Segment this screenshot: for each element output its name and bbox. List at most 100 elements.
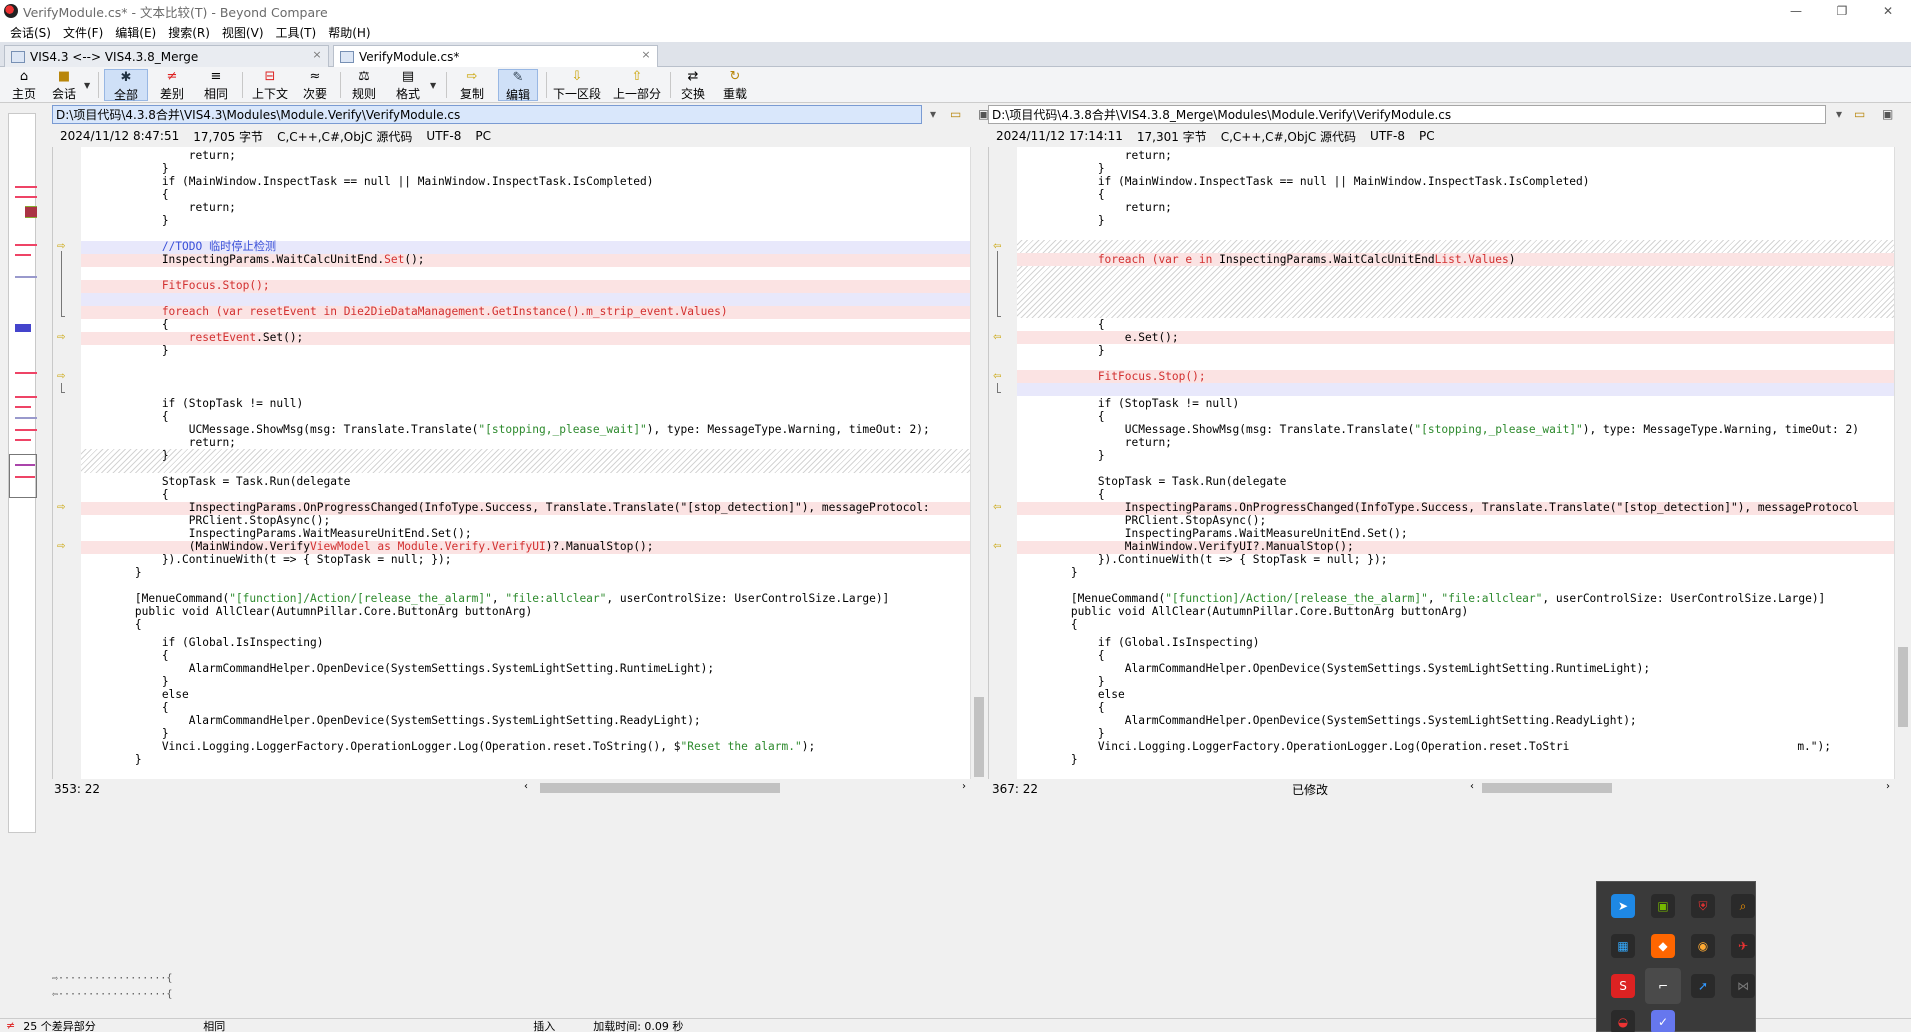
save-icon[interactable]: ▣ <box>1882 107 1893 121</box>
show-diffs-button[interactable]: ≠ 差别 <box>154 69 190 101</box>
menu-edit[interactable]: 编辑(E) <box>109 24 162 41</box>
app-icon[interactable]: ➚ <box>1691 974 1715 998</box>
menu-session[interactable]: 会话(S) <box>4 24 57 41</box>
open-folder-icon[interactable]: ▭ <box>950 107 961 121</box>
menu-search[interactable]: 搜索(R) <box>162 24 216 41</box>
path-dropdown-icon[interactable]: ▾ <box>930 107 936 121</box>
scroll-left-icon[interactable]: ‹ <box>524 781 528 792</box>
copy-right-arrow-icon[interactable]: ⇨ <box>57 333 71 343</box>
scroll-thumb[interactable] <box>974 697 984 777</box>
code-line: return; <box>81 201 236 214</box>
app-icon[interactable]: ✈ <box>1731 934 1755 958</box>
nvidia-icon[interactable]: ▣ <box>1651 894 1675 918</box>
scroll-left-icon[interactable]: ‹ <box>1470 781 1474 792</box>
copy-left-arrow-icon[interactable]: ⇦ <box>993 333 1007 343</box>
close-tab-icon[interactable]: × <box>310 48 324 62</box>
app-icon[interactable]: ⋈ <box>1731 974 1755 998</box>
right-encoding[interactable]: UTF-8 <box>1370 129 1405 143</box>
copy-left-arrow-icon[interactable]: ⇦ <box>993 503 1007 513</box>
close-tab-icon[interactable]: × <box>639 48 653 62</box>
scroll-thumb[interactable] <box>1898 647 1908 727</box>
left-horizontal-scrollbar[interactable]: ‹ › <box>522 780 970 796</box>
copy-right-arrow-icon[interactable]: ⇨ <box>57 372 71 382</box>
context-button[interactable]: ⊟ 上下文 <box>248 69 292 101</box>
right-vertical-scrollbar[interactable] <box>1894 147 1911 779</box>
minimize-button[interactable]: — <box>1773 0 1819 22</box>
scroll-thumb[interactable] <box>540 783 780 793</box>
telegram-icon[interactable]: ➤ <box>1611 894 1635 918</box>
scroll-thumb[interactable] <box>1482 783 1612 793</box>
minor-button[interactable]: ≈ 次要 <box>298 69 332 101</box>
open-folder-icon[interactable]: ▭ <box>1854 107 1865 121</box>
code-line: InspectingParams.OnProgressChanged(InfoT… <box>81 501 930 514</box>
swap-button[interactable]: ⇄ 交换 <box>676 69 710 101</box>
home-button[interactable]: ⌂ 主页 <box>8 69 40 101</box>
code-line: PRClient.StopAsync(); <box>1017 514 1267 527</box>
path-dropdown-icon[interactable]: ▾ <box>1836 107 1842 121</box>
left-syntax[interactable]: C,C++,C#,ObjC 源代码 <box>277 128 412 145</box>
right-path-input[interactable] <box>988 105 1826 124</box>
left-vertical-scrollbar[interactable] <box>970 147 987 779</box>
code-line: }).ContinueWith(t => { StopTask = null; … <box>81 553 452 566</box>
app-icon[interactable]: ◆ <box>1651 934 1675 958</box>
code-line: e.Set(); <box>1017 331 1179 344</box>
menu-help[interactable]: 帮助(H) <box>322 24 376 41</box>
show-same-button[interactable]: ≡ 相同 <box>198 69 234 101</box>
right-cursor-position: 367: 22 <box>992 782 1039 796</box>
tab-label: VerifyModule.cs* <box>359 49 460 64</box>
copy-button[interactable]: ⇨ 复制 <box>454 69 490 101</box>
next-section-button[interactable]: ⇩ 下一区段 <box>550 69 604 101</box>
right-editor[interactable]: ⇦ ⇦ ⇦ ⇦ ⇦ return; } if (MainWindow.Inspe… <box>988 147 1894 779</box>
code-line: (MainWindow.VerifyViewModel as Module.Ve… <box>81 540 654 553</box>
app-icon[interactable]: S <box>1611 974 1635 998</box>
code-line: } <box>1017 727 1105 740</box>
right-syntax[interactable]: C,C++,C#,ObjC 源代码 <box>1221 128 1356 145</box>
menu-tools[interactable]: 工具(T) <box>270 24 323 41</box>
show-all-button[interactable]: ✱ 全部 <box>104 69 148 102</box>
left-encoding[interactable]: UTF-8 <box>426 129 461 143</box>
copy-left-arrow-icon[interactable]: ⇦ <box>993 372 1007 382</box>
copy-right-arrow-icon[interactable]: ⇨ <box>57 542 71 552</box>
arrow-down-icon: ⇩ <box>571 69 583 84</box>
code-line: } <box>1017 214 1105 227</box>
format-button[interactable]: ▤ 格式 <box>390 69 426 101</box>
code-line: AlarmCommandHelper.OpenDevice(SystemSett… <box>1017 714 1637 727</box>
session-button[interactable]: ■ 会话 <box>48 69 80 101</box>
copy-right-arrow-icon[interactable]: ⇨ <box>57 503 71 513</box>
left-path-input[interactable] <box>52 105 922 124</box>
app-icon[interactable]: ▦ <box>1611 934 1635 958</box>
restore-button[interactable]: ❐ <box>1819 0 1865 22</box>
left-path-row: ▾ ▭ ▣ <box>52 103 990 125</box>
diff-overview[interactable] <box>0 103 42 1032</box>
left-line-ending[interactable]: PC <box>475 129 491 143</box>
session-dropdown-icon[interactable]: ▼ <box>84 81 90 90</box>
scroll-right-icon[interactable]: › <box>1886 781 1890 792</box>
overview-map[interactable] <box>8 113 37 833</box>
right-path-row: ▾ ▭ ▣ <box>988 103 1911 125</box>
prev-section-button[interactable]: ⇧ 上一部分 <box>610 69 664 101</box>
menu-view[interactable]: 视图(V) <box>216 24 270 41</box>
left-editor[interactable]: ⇨ ⇨ ⇨ ⇨ ⇨ return; } if (MainWindow.Inspe… <box>52 147 970 779</box>
tab-folder-compare[interactable]: VIS4.3 <--> VIS4.3.8_Merge × <box>4 45 329 67</box>
tab-text-compare[interactable]: VerifyModule.cs* × <box>333 45 658 67</box>
code-line: foreach (var e in InspectingParams.WaitC… <box>1017 253 1516 266</box>
reload-button[interactable]: ↻ 重载 <box>718 69 752 101</box>
diff-count: 25 个差异部分 <box>23 1019 96 1032</box>
menu-file[interactable]: 文件(F) <box>57 24 109 41</box>
copy-left-arrow-icon[interactable]: ⇦ <box>993 542 1007 552</box>
shield-icon[interactable]: ⛨ <box>1691 894 1715 918</box>
app-icon[interactable]: ✓ <box>1651 1010 1675 1032</box>
scroll-right-icon[interactable]: › <box>962 781 966 792</box>
right-line-ending[interactable]: PC <box>1419 129 1435 143</box>
search-icon[interactable]: ⌕ <box>1731 894 1755 918</box>
app-icon[interactable]: ⌐ <box>1645 968 1681 1004</box>
rules-button[interactable]: ⚖ 规则 <box>346 69 382 101</box>
close-button[interactable]: ✕ <box>1865 0 1911 22</box>
right-horizontal-scrollbar[interactable]: ‹ › <box>1468 780 1894 796</box>
format-dropdown-icon[interactable]: ▼ <box>430 81 436 90</box>
code-line: return; <box>1017 201 1172 214</box>
app-icon[interactable]: ◉ <box>1691 934 1715 958</box>
edit-button[interactable]: ✎ 编辑 <box>498 69 538 102</box>
app-icon[interactable]: ◒ <box>1611 1010 1635 1032</box>
code-line: if (Global.IsInspecting) <box>81 636 324 649</box>
